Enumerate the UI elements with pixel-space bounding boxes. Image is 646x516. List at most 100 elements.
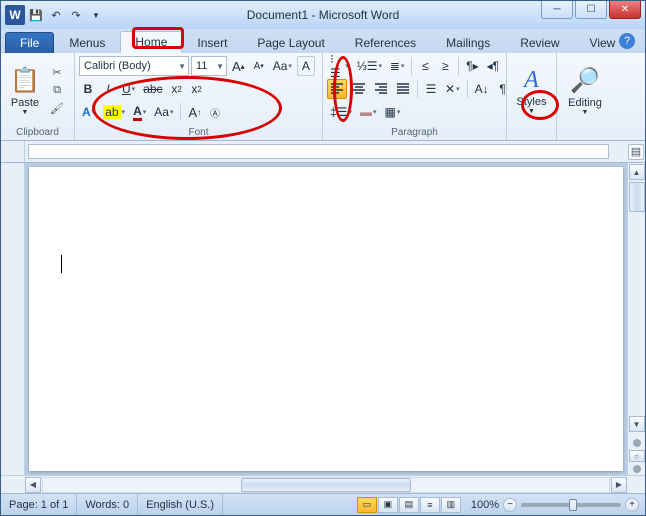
- tab-mailings[interactable]: Mailings: [431, 32, 505, 53]
- increase-indent-icon[interactable]: ≥: [436, 56, 454, 76]
- change-case-icon[interactable]: Aa▾: [270, 56, 295, 76]
- tab-page-layout[interactable]: Page Layout: [242, 32, 339, 53]
- borders-icon[interactable]: ▦▾: [381, 102, 403, 122]
- tab-insert[interactable]: Insert: [182, 32, 242, 53]
- numbering-icon[interactable]: ⅓☰▾: [354, 56, 385, 76]
- horizontal-ruler[interactable]: [28, 144, 609, 159]
- web-layout-view-icon[interactable]: ▤: [399, 497, 419, 513]
- decrease-indent-icon[interactable]: ≤: [416, 56, 434, 76]
- next-page-icon[interactable]: [633, 465, 641, 473]
- align-center-button[interactable]: [349, 79, 369, 99]
- superscript-button[interactable]: x2: [188, 79, 206, 99]
- text-effects-icon[interactable]: A▾: [79, 102, 98, 122]
- align-right-button[interactable]: [371, 79, 391, 99]
- tab-home[interactable]: Home: [120, 31, 182, 53]
- status-page[interactable]: Page: 1 of 1: [1, 494, 77, 515]
- redo-icon[interactable]: ↷: [67, 6, 85, 24]
- tab-file[interactable]: File: [5, 32, 54, 53]
- cut-icon[interactable]: ✂: [49, 65, 65, 81]
- scroll-thumb[interactable]: [629, 182, 645, 212]
- tab-menus[interactable]: Menus: [54, 32, 120, 53]
- ruler-bar: ▤: [1, 141, 645, 163]
- horizontal-scrollbar[interactable]: ◀ ▶: [1, 475, 645, 493]
- maximize-button[interactable]: ☐: [575, 1, 607, 19]
- find-icon: 🔎: [570, 66, 600, 95]
- styles-icon: A: [524, 67, 539, 94]
- hscroll-thumb[interactable]: [241, 478, 411, 492]
- group-paragraph: ⁝☰▾ ⅓☰▾ ≣▾ ≤ ≥ ¶▸ ◂¶: [323, 53, 507, 140]
- asian-layout-icon[interactable]: ✕▾: [442, 79, 463, 99]
- italic-button[interactable]: I: [99, 79, 117, 99]
- phonetic-guide-icon[interactable]: A↑: [185, 102, 204, 122]
- font-name-combo[interactable]: Calibri (Body)▼: [79, 56, 189, 76]
- ribbon-tabs: File Menus Home Insert Page Layout Refer…: [1, 29, 645, 53]
- browse-object-icon[interactable]: ○: [629, 450, 645, 462]
- bold-button[interactable]: B: [79, 79, 97, 99]
- zoom-out-button[interactable]: −: [503, 498, 517, 512]
- editing-button-label: Editing: [568, 97, 602, 109]
- font-size-combo[interactable]: 11▼: [191, 56, 227, 76]
- text-cursor: [61, 255, 62, 273]
- underline-button[interactable]: U▾: [119, 79, 138, 99]
- font-size-value: 11: [196, 60, 207, 72]
- full-screen-view-icon[interactable]: ▣: [378, 497, 398, 513]
- scroll-down-icon[interactable]: ▼: [629, 416, 645, 432]
- align-left-button[interactable]: [327, 79, 347, 99]
- shading-icon[interactable]: ▬▾: [357, 102, 380, 122]
- editing-group-label: [561, 125, 609, 140]
- scroll-right-icon[interactable]: ▶: [611, 477, 627, 493]
- status-language[interactable]: English (U.S.): [138, 494, 223, 515]
- highlight-icon[interactable]: ab▾: [100, 102, 128, 122]
- zoom-in-button[interactable]: +: [625, 498, 639, 512]
- undo-icon[interactable]: ↶: [47, 6, 65, 24]
- minimize-button[interactable]: ─: [541, 1, 573, 19]
- multilevel-list-icon[interactable]: ≣▾: [387, 56, 407, 76]
- rtl-direction-icon[interactable]: ◂¶: [484, 56, 502, 76]
- qat-dropdown-icon[interactable]: ▼: [87, 6, 105, 24]
- vertical-scrollbar[interactable]: ▲ ▼ ○: [627, 163, 645, 475]
- strikethrough-button[interactable]: abc: [140, 79, 165, 99]
- zoom-level[interactable]: 100%: [471, 499, 499, 511]
- subscript-button[interactable]: x2: [168, 79, 186, 99]
- document-page[interactable]: [29, 167, 623, 471]
- ribbon: 📋 Paste ▼ ✂ ⧉ 🖌 Clipboard Calibri (Body)…: [1, 53, 645, 141]
- editing-button[interactable]: 🔎 Editing ▼: [561, 58, 609, 124]
- draft-view-icon[interactable]: ▥: [441, 497, 461, 513]
- status-words[interactable]: Words: 0: [77, 494, 138, 515]
- tab-references[interactable]: References: [340, 32, 431, 53]
- font-color-icon[interactable]: A▾: [130, 102, 149, 122]
- shrink-font-icon[interactable]: A▾: [250, 56, 268, 76]
- paste-button[interactable]: 📋 Paste ▼: [5, 58, 45, 124]
- outline-view-icon[interactable]: ≡: [420, 497, 440, 513]
- justify-button[interactable]: [393, 79, 413, 99]
- paste-label: Paste: [11, 97, 39, 109]
- tab-review[interactable]: Review: [505, 32, 574, 53]
- close-button[interactable]: ✕: [609, 1, 641, 19]
- scroll-left-icon[interactable]: ◀: [25, 477, 41, 493]
- styles-button[interactable]: A Styles ▼: [511, 58, 552, 124]
- status-bar: Page: 1 of 1 Words: 0 English (U.S.) ▭ ▣…: [1, 493, 645, 515]
- clear-formatting-icon[interactable]: A: [297, 56, 315, 76]
- ruler-toggle-icon[interactable]: ▤: [628, 144, 644, 160]
- vertical-ruler[interactable]: [1, 163, 25, 475]
- line-spacing-icon[interactable]: ‡☰▾: [327, 102, 355, 122]
- previous-page-icon[interactable]: [633, 439, 641, 447]
- scroll-up-icon[interactable]: ▲: [629, 164, 645, 180]
- ltr-direction-icon[interactable]: ¶▸: [463, 56, 481, 76]
- print-layout-view-icon[interactable]: ▭: [357, 497, 377, 513]
- sort-icon[interactable]: A↓: [472, 79, 492, 99]
- word-app-icon[interactable]: W: [5, 5, 25, 25]
- copy-icon[interactable]: ⧉: [49, 83, 65, 99]
- save-icon[interactable]: 💾: [27, 6, 45, 24]
- character-shading-icon[interactable]: Aa▾: [151, 102, 176, 122]
- format-painter-icon[interactable]: 🖌: [49, 101, 65, 117]
- font-name-value: Calibri (Body): [84, 60, 151, 72]
- distributed-button[interactable]: ☰: [422, 79, 440, 99]
- bullets-icon[interactable]: ⁝☰▾: [327, 56, 352, 76]
- help-icon[interactable]: ?: [619, 33, 635, 49]
- document-area: ▲ ▼ ○: [1, 163, 645, 475]
- zoom-slider[interactable]: [521, 503, 621, 507]
- enclose-characters-icon[interactable]: Ⓐ: [206, 102, 224, 122]
- app-window: W 💾 ↶ ↷ ▼ Document1 - Microsoft Word ─ ☐…: [0, 0, 646, 516]
- grow-font-icon[interactable]: A▴: [229, 56, 248, 76]
